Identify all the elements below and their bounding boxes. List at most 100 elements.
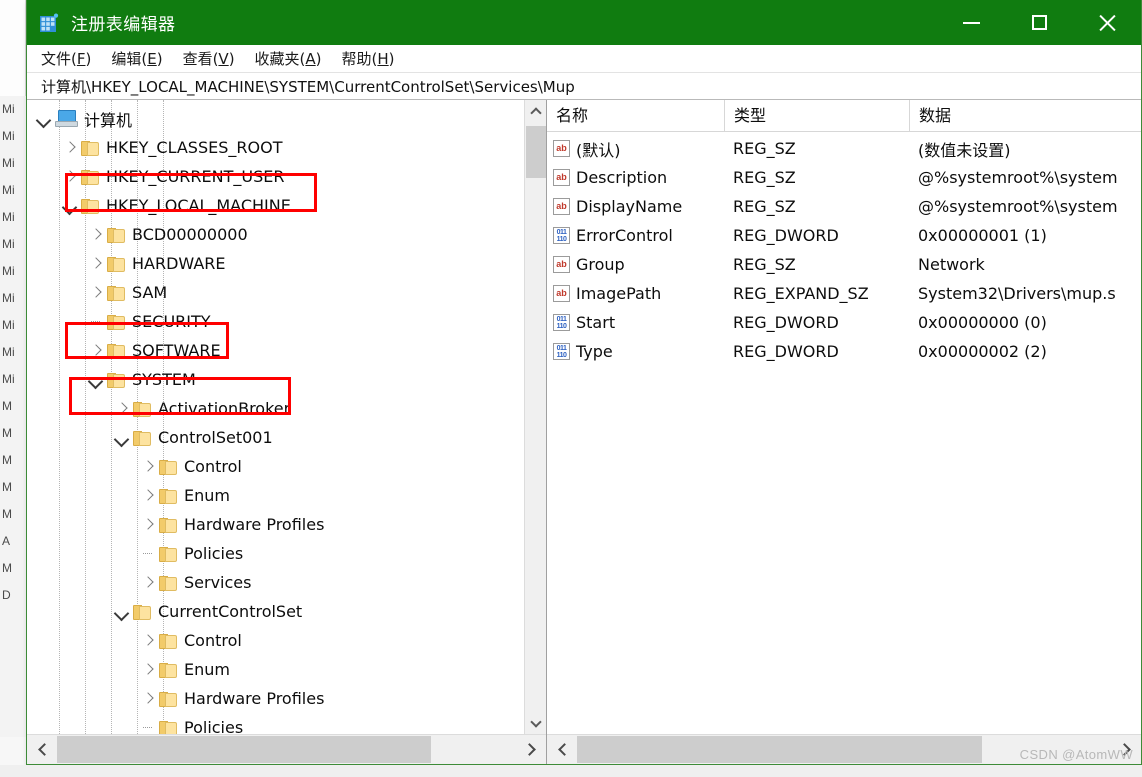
close-button[interactable] — [1073, 0, 1141, 45]
menu-item-3[interactable]: 查看(V) — [183, 48, 235, 69]
scroll-left-icon[interactable] — [547, 735, 577, 764]
chevron-down-icon[interactable] — [113, 423, 133, 452]
tree-leaf-marker — [139, 713, 159, 734]
chevron-right-icon[interactable] — [113, 394, 133, 423]
close-icon — [1097, 13, 1117, 33]
tree-node-hkey-current-user[interactable]: HKEY_CURRENT_USER — [27, 162, 524, 191]
chevron-right-icon[interactable] — [139, 510, 159, 539]
menu-item-2[interactable]: 编辑(E) — [111, 48, 162, 69]
tree-node-enum[interactable]: Enum — [27, 655, 524, 684]
value-row[interactable]: 011 110 Start REG_DWORD 0x00000000 (0) — [547, 308, 1141, 337]
column-header-data[interactable]: 数据 — [909, 99, 1141, 132]
value-type-cell: REG_EXPAND_SZ — [733, 284, 869, 303]
registry-editor-window: 注册表编辑器 文件(F) 编辑(E) 查看(V) 收藏夹(A) 帮助(H) 计算机\HK… — [26, 0, 1142, 765]
tree-node-activationbroker[interactable]: ActivationBroker — [27, 394, 524, 423]
registry-editor-icon — [38, 12, 60, 34]
value-data-cell: @%systemroot%\system — [918, 168, 1118, 187]
value-row[interactable]: ab Group REG_SZ Network — [547, 250, 1141, 279]
tree-node-label: Policies — [184, 544, 244, 563]
value-row[interactable]: ab DisplayName REG_SZ @%systemroot%\system — [547, 192, 1141, 221]
tree-node-label: Policies — [184, 718, 244, 734]
values-horizontal-scrollbar[interactable] — [547, 734, 1141, 764]
menu-item-5[interactable]: 帮助(H) — [342, 48, 395, 69]
chevron-right-icon[interactable] — [139, 481, 159, 510]
chevron-right-icon[interactable] — [61, 133, 81, 162]
chevron-down-icon[interactable] — [87, 365, 107, 394]
tree-node-hardware-profiles[interactable]: Hardware Profiles — [27, 510, 524, 539]
chevron-right-icon[interactable] — [139, 452, 159, 481]
tree-node-currentcontrolset[interactable]: CurrentControlSet — [27, 597, 524, 626]
tree-horizontal-scrollbar[interactable] — [27, 734, 546, 764]
tree-node-enum[interactable]: Enum — [27, 481, 524, 510]
chevron-right-icon[interactable] — [87, 220, 107, 249]
chevron-right-icon[interactable] — [139, 684, 159, 713]
address-bar[interactable]: 计算机\HKEY_LOCAL_MACHINE\SYSTEM\CurrentCon… — [27, 73, 1141, 100]
scroll-right-icon[interactable] — [1111, 735, 1141, 764]
tree-node-hkey-classes-root[interactable]: HKEY_CLASSES_ROOT — [27, 133, 524, 162]
value-row[interactable]: ab ImagePath REG_EXPAND_SZ System32\Drivers… — [547, 279, 1141, 308]
tree-vertical-scroll-thumb[interactable] — [526, 126, 546, 178]
tree-node-policies[interactable]: Policies — [27, 539, 524, 568]
menu-item-1[interactable]: 文件(F) — [41, 48, 91, 69]
scroll-up-icon[interactable] — [525, 100, 547, 122]
tree-node-hkey-local-machine[interactable]: HKEY_LOCAL_MACHINE — [27, 191, 524, 220]
tree-node-hardware-profiles[interactable]: Hardware Profiles — [27, 684, 524, 713]
folder-icon — [107, 256, 125, 272]
value-row[interactable]: 011 110 ErrorControl REG_DWORD 0x00000001 (1… — [547, 221, 1141, 250]
tree-node-label: Hardware Profiles — [184, 689, 325, 708]
chevron-down-icon[interactable] — [61, 191, 81, 220]
folder-icon — [159, 546, 177, 562]
values-horizontal-scroll-thumb[interactable] — [577, 736, 982, 763]
folder-icon — [159, 459, 177, 475]
folder-icon — [133, 430, 151, 446]
screenshot-root: Mi Mi Mi Mi Mi Mi Mi Mi Mi Mi Mi M M M M M A M D — [0, 0, 1142, 777]
tree-node-label: Services — [184, 573, 252, 592]
chevron-right-icon[interactable] — [139, 568, 159, 597]
tree-node-policies[interactable]: Policies — [27, 713, 524, 734]
menu-item-4[interactable]: 收藏夹(A) — [255, 48, 322, 69]
tree-node-system[interactable]: SYSTEM — [27, 365, 524, 394]
value-type-cell: REG_DWORD — [733, 313, 839, 332]
background-window-line: Mi — [2, 156, 15, 170]
tree-node-bcd00000000[interactable]: BCD00000000 — [27, 220, 524, 249]
folder-icon — [133, 604, 151, 620]
tree-node-label: HKEY_LOCAL_MACHINE — [106, 196, 291, 215]
registry-tree[interactable]: 计算机 HKEY_CLASSES_ROOT HKEY_CURRENT_USER HKE… — [27, 100, 524, 734]
scroll-down-icon[interactable] — [525, 712, 547, 734]
chevron-down-icon[interactable] — [113, 597, 133, 626]
computer-icon — [55, 110, 78, 127]
chevron-right-icon[interactable] — [87, 336, 107, 365]
scroll-right-icon[interactable] — [516, 735, 546, 764]
chevron-down-icon[interactable] — [35, 104, 55, 133]
chevron-right-icon[interactable] — [61, 162, 81, 191]
tree-horizontal-scroll-thumb[interactable] — [57, 736, 431, 763]
tree-node-software[interactable]: SOFTWARE — [27, 336, 524, 365]
tree-node-services[interactable]: Services — [27, 568, 524, 597]
chevron-right-icon[interactable] — [139, 626, 159, 655]
tree-node-hardware[interactable]: HARDWARE — [27, 249, 524, 278]
tree-vertical-scrollbar[interactable] — [524, 100, 546, 734]
window-title: 注册表编辑器 — [71, 15, 176, 35]
scroll-left-icon[interactable] — [27, 735, 57, 764]
background-window-line: M — [2, 507, 12, 521]
chevron-right-icon[interactable] — [87, 249, 107, 278]
tree-node-control[interactable]: Control — [27, 452, 524, 481]
tree-node--[interactable]: 计算机 — [27, 104, 524, 133]
chevron-right-icon[interactable] — [139, 655, 159, 684]
tree-node-control[interactable]: Control — [27, 626, 524, 655]
background-window-line: D — [2, 588, 11, 602]
chevron-right-icon[interactable] — [87, 278, 107, 307]
tree-node-label: SAM — [132, 283, 168, 302]
column-header-type[interactable]: 类型 — [724, 99, 909, 132]
maximize-button[interactable] — [1005, 0, 1073, 45]
values-list[interactable]: ab (默认) REG_SZ (数值未设置) ab Description REG_SZ @%… — [547, 132, 1141, 734]
tree-node-security[interactable]: SECURITY — [27, 307, 524, 336]
value-row[interactable]: ab (默认) REG_SZ (数值未设置) — [547, 134, 1141, 163]
folder-icon — [159, 633, 177, 649]
tree-node-controlset001[interactable]: ControlSet001 — [27, 423, 524, 452]
tree-node-sam[interactable]: SAM — [27, 278, 524, 307]
value-row[interactable]: ab Description REG_SZ @%systemroot%\system — [547, 163, 1141, 192]
value-row[interactable]: 011 110 Type REG_DWORD 0x00000002 (2) — [547, 337, 1141, 366]
column-header-name[interactable]: 名称 — [547, 100, 724, 132]
minimize-button[interactable] — [937, 0, 1005, 45]
